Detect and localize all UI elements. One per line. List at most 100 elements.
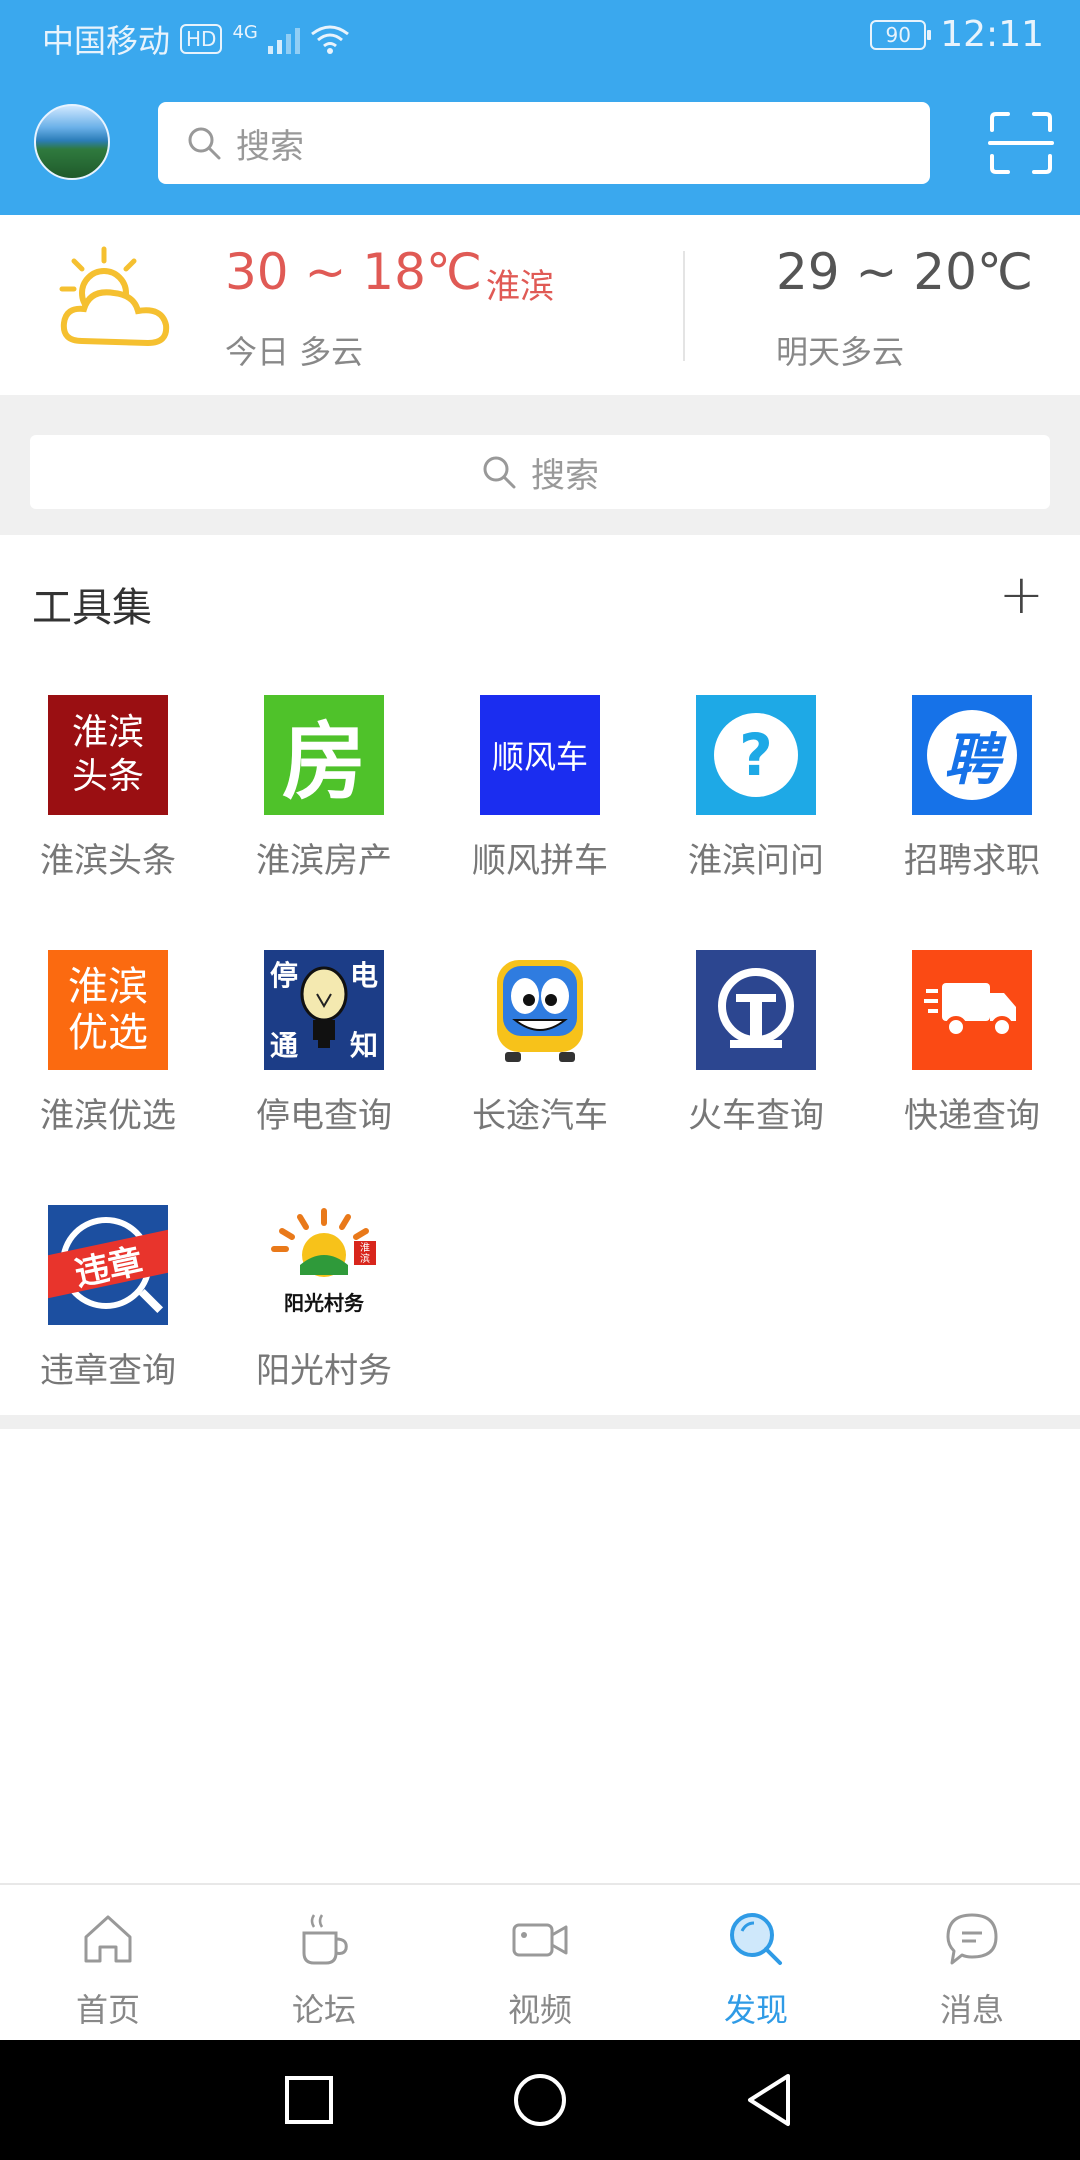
scan-icon[interactable] (988, 110, 1054, 176)
home-icon (84, 1915, 132, 1963)
nav-discover[interactable]: 发现 (648, 1885, 864, 2040)
nav-video[interactable]: 视频 (432, 1885, 648, 2040)
secondary-search-input[interactable]: 搜索 (30, 435, 1050, 509)
recruit-icon: 聘 (912, 695, 1032, 815)
tool-violation-query[interactable]: 违章 违章查询 (0, 1205, 216, 1425)
tool-label: 淮滨头条 (40, 841, 176, 881)
question-icon: ? (696, 695, 816, 815)
icon-text: 聘 (944, 727, 1000, 793)
carpool-icon: 顺风车 (480, 695, 600, 815)
tool-sunshine-village-affairs[interactable]: 淮滨 阳光村务 阳光村务 (216, 1205, 432, 1425)
tool-huaibin-headlines[interactable]: 淮滨 头条 淮滨头条 (0, 695, 216, 915)
tool-label: 淮滨问问 (688, 841, 824, 881)
tool-label: 顺风拼车 (472, 841, 608, 881)
nav-label: 视频 (507, 1991, 572, 2029)
search-icon (483, 456, 516, 489)
tool-label: 长途汽车 (472, 1096, 608, 1136)
search-input[interactable]: 搜索 (158, 102, 930, 184)
icon-text: 头条 (71, 756, 144, 797)
discover-search-icon (730, 1913, 782, 1965)
nav-messages[interactable]: 消息 (864, 1885, 1080, 2040)
icon-text: 房 (281, 712, 366, 811)
search-icon (188, 127, 221, 160)
tool-power-outage[interactable]: 停 电 通 知 停电查询 (216, 950, 432, 1170)
lightbulb-icon: 停 电 通 知 (264, 950, 384, 1070)
network-type: 4G (232, 21, 258, 43)
icon-text: 淮滨 (360, 1243, 370, 1265)
today-temperature: 30 ~ 18℃ (225, 243, 483, 301)
signal-icon (267, 24, 300, 54)
tool-label: 快递查询 (904, 1096, 1040, 1136)
tomorrow-temperature: 29 ~ 20℃ (776, 243, 1034, 301)
sunshine-village-icon: 淮滨 阳光村务 (264, 1205, 384, 1325)
real-estate-icon: 房 (264, 695, 384, 815)
icon-text: 通 (270, 1029, 299, 1062)
tool-train-query[interactable]: 火车查询 (648, 950, 864, 1170)
back-triangle-icon[interactable] (738, 2068, 802, 2132)
today-condition: 今日 多云 (225, 333, 364, 371)
tool-label: 火车查询 (688, 1096, 824, 1136)
huaibin-headlines-icon: 淮滨 头条 (48, 695, 168, 815)
status-bar: 中国移动 HD 4G 90 12:11 (0, 0, 1080, 72)
tool-label: 招聘求职 (904, 841, 1040, 881)
status-left: 中国移动 HD 4G (42, 16, 350, 62)
tool-jobs[interactable]: 聘 招聘求职 (864, 695, 1080, 915)
nav-label: 首页 (75, 1991, 140, 2029)
video-camera-icon (512, 1923, 568, 1957)
secondary-search-placeholder: 搜索 (531, 455, 599, 496)
railway-icon (696, 950, 816, 1070)
nav-home[interactable]: 首页 (0, 1885, 216, 2040)
chat-bubble-icon (946, 1913, 998, 1965)
tool-label: 违章查询 (40, 1351, 176, 1391)
city-label[interactable]: 淮滨 (486, 259, 554, 308)
hd-badge: HD (180, 24, 223, 54)
recent-apps-icon[interactable] (277, 2068, 341, 2132)
tomorrow-condition: 明天多云 (776, 333, 905, 371)
avatar[interactable] (34, 104, 110, 180)
tool-label: 淮滨房产 (256, 841, 392, 881)
clock: 12:11 (940, 14, 1044, 55)
tool-long-distance-bus[interactable]: 长途汽车 (432, 950, 648, 1170)
violation-icon: 违章 (48, 1205, 168, 1325)
icon-text: 淮滨 (71, 712, 144, 753)
icon-text: 电 (349, 959, 378, 992)
nav-label: 发现 (723, 1991, 788, 2029)
status-right: 90 12:11 (870, 14, 1044, 55)
carrier-label: 中国移动 (42, 22, 171, 60)
section-divider (0, 1415, 1080, 1429)
icon-text: 顺风车 (491, 738, 588, 776)
home-circle-icon[interactable] (508, 2068, 572, 2132)
icon-text: 阳光村务 (284, 1291, 364, 1315)
partly-cloudy-icon (59, 246, 170, 347)
tool-label: 停电查询 (256, 1096, 392, 1136)
icon-text: ? (739, 721, 773, 789)
tool-huaibin-realestate[interactable]: 房 淮滨房产 (216, 695, 432, 915)
wifi-icon (310, 25, 349, 54)
nav-label: 论坛 (291, 1991, 356, 2029)
tool-huaibin-qa[interactable]: ? 淮滨问问 (648, 695, 864, 915)
search-placeholder: 搜索 (236, 126, 304, 167)
nav-label: 消息 (939, 1991, 1004, 2029)
nav-forum[interactable]: 论坛 (216, 1885, 432, 2040)
tool-label: 阳光村务 (256, 1351, 392, 1391)
bottom-nav: 首页 论坛 视频 发现 消息 (0, 1883, 1080, 2040)
weather-panel[interactable]: 30 ~ 18℃ 淮滨 今日 多云 29 ~ 20℃ 明天多云 (0, 215, 1080, 395)
search-band: 搜索 (0, 395, 1080, 535)
tool-express-query[interactable]: 快递查询 (864, 950, 1080, 1170)
bus-icon (480, 950, 600, 1070)
delivery-truck-icon (912, 950, 1032, 1070)
tool-label: 淮滨优选 (40, 1096, 176, 1136)
icon-text: 停 (270, 959, 299, 992)
tools-section: 工具集 + 淮滨 头条 淮滨头条 房 淮滨房产 顺风车 顺风拼车 ? 淮滨问问 … (0, 535, 1080, 1415)
system-nav-bar (0, 2040, 1080, 2160)
coffee-cup-icon (302, 1914, 348, 1965)
icon-text: 淮滨 (68, 964, 148, 1010)
icon-text: 优选 (68, 1010, 148, 1056)
tool-huaibin-select[interactable]: 淮滨 优选 淮滨优选 (0, 950, 216, 1170)
weather-divider (683, 251, 685, 361)
add-tool-button[interactable]: + (999, 563, 1044, 626)
battery-icon: 90 (870, 19, 932, 50)
header: 中国移动 HD 4G 90 12:11 搜索 (0, 0, 1080, 215)
huaibin-select-icon: 淮滨 优选 (48, 950, 168, 1070)
tool-carpool[interactable]: 顺风车 顺风拼车 (432, 695, 648, 915)
